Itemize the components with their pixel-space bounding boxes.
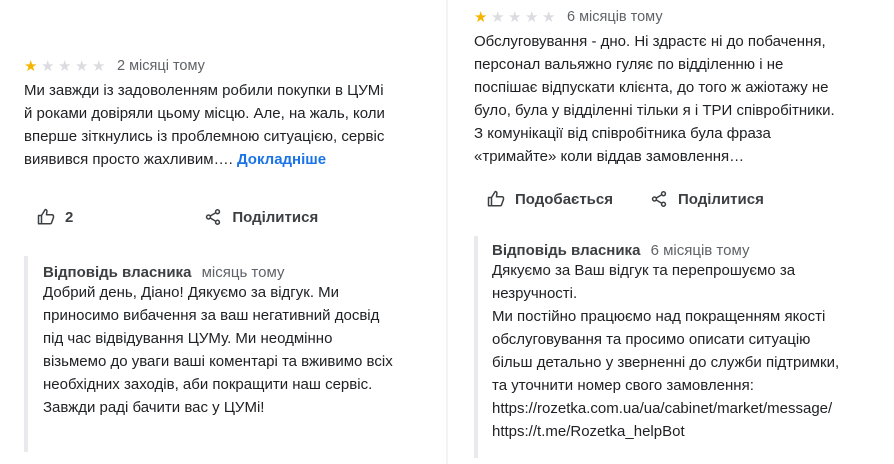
reply-link[interactable]: https://t.me/Rozetka_helpBot [492,420,839,443]
review-text-line: Обслуговування - дно. Ні здрастє ні до п… [474,33,826,50]
reply-text-line: приносимо вибачення за ваш негативний до… [43,307,380,324]
reply-header: Відповідь власника 6 місяців тому [492,242,839,259]
star-icon: ★ [508,8,522,26]
star-icon: ★ [92,57,106,75]
like-button[interactable]: 2 [37,208,73,226]
reply-text: Добрий день, Діано! Дякуємо за відгук. М… [43,281,393,419]
review-text: Ми завжди із задоволенням робили покупки… [24,79,385,171]
share-label: Поділитися [677,190,764,208]
share-button[interactable]: Поділитися [650,190,764,208]
reply-date: 6 місяців тому [650,242,750,259]
reply-author: Відповідь власника [43,264,192,281]
review-text: Обслуговування - дно. Ні здрастє ні до п… [474,30,835,168]
review-card: ★ ★ ★ ★ ★ 2 місяці тому Ми завжди із зад… [0,0,446,464]
reply-text-line: незручності. [492,285,578,302]
review-text-line: виявився просто жахливим…. [24,151,233,168]
reply-text-line: візьмемо до уваги ваші коментарі та вжив… [43,353,393,370]
star-rating: ★ ★ ★ ★ ★ [474,10,559,25]
review-text-line: й роками довіряли цьому місцю. Але, на ж… [24,105,385,122]
reply-text-line: Добрий день, Діано! Дякуємо за відгук. М… [43,284,340,301]
review-text-line: поспішає відпускати клієнта, до того ж а… [474,79,829,96]
owner-reply: Відповідь власника місяць тому Добрий де… [24,256,424,452]
review-text-line: З комунікації від співробітника була фра… [474,125,771,142]
reply-text-line: Ми постійно працюємо над покращенням яко… [492,308,826,325]
rating-row: ★ ★ ★ ★ ★ 2 місяці тому [24,58,205,74]
reply-text-line: та уточнити номер свого замовлення: [492,377,754,394]
review-text-line: «тримайте» коли віддав замовлення… [474,148,745,165]
review-card: ★ ★ ★ ★ ★ 6 місяців тому Обслуговування … [448,0,894,464]
star-icon: ★ [525,8,539,26]
rating-row: ★ ★ ★ ★ ★ 6 місяців тому [474,9,663,25]
reply-text-line: необхідних заходів, аби покращити наш се… [43,376,373,393]
share-icon [206,209,221,225]
share-button[interactable]: Поділитися [204,208,318,226]
reply-header: Відповідь власника місяць тому [43,264,393,281]
reply-text: Дякуємо за Ваш відгук та перепрошуємо за… [492,259,839,443]
like-button[interactable]: Подобається [487,190,613,208]
review-actions: Подобається Поділитися [487,190,764,208]
reply-text-line: Завжди раді бачити вас у ЦУМі! [43,399,265,416]
read-more-link[interactable]: Докладніше [237,151,326,168]
owner-reply: Відповідь власника 6 місяців тому Дякуєм… [474,236,878,458]
review-actions: 2 Поділитися [37,208,318,226]
thumbs-up-icon [37,208,55,225]
review-text-line: було, була у відділенні тільки я і ТРИ с… [474,102,835,119]
review-text-last-line: виявився просто жахливим…. Докладніше [24,148,385,171]
reply-text-line: під час відвідування ЦУМу. Ми неодмінно [43,330,333,347]
review-text-line: Ми завжди із задоволенням робили покупки… [24,82,384,99]
star-icon: ★ [542,8,556,26]
star-icon: ★ [75,57,89,75]
like-label: Подобається [515,190,613,208]
star-icon: ★ [474,8,488,26]
share-label: Поділитися [232,208,319,226]
star-icon: ★ [24,57,38,75]
reply-link[interactable]: https://rozetka.com.ua/ua/cabinet/market… [492,397,839,420]
star-icon: ★ [58,57,72,75]
review-date: 6 місяців тому [567,9,663,25]
review-text-line: вперше зіткнулись із проблемною ситуаціє… [24,128,385,145]
review-date: 2 місяці тому [117,58,205,74]
star-icon: ★ [41,57,55,75]
reply-text-line: обслуговування та просимо описати ситуац… [492,331,811,348]
star-icon: ★ [491,8,505,26]
like-count: 2 [65,208,74,226]
reply-text-line: більш детально у зверненні до служби під… [492,354,840,371]
reply-author: Відповідь власника [492,242,641,259]
star-rating: ★ ★ ★ ★ ★ [24,59,109,74]
thumbs-up-icon [487,190,505,207]
review-text-line: персонал вальяжно гуляє по відділенню і … [474,56,784,73]
share-icon [651,191,667,207]
reply-text-line: Дякуємо за Ваш відгук та перепрошуємо за [492,262,796,279]
reply-date: місяць тому [201,264,285,281]
